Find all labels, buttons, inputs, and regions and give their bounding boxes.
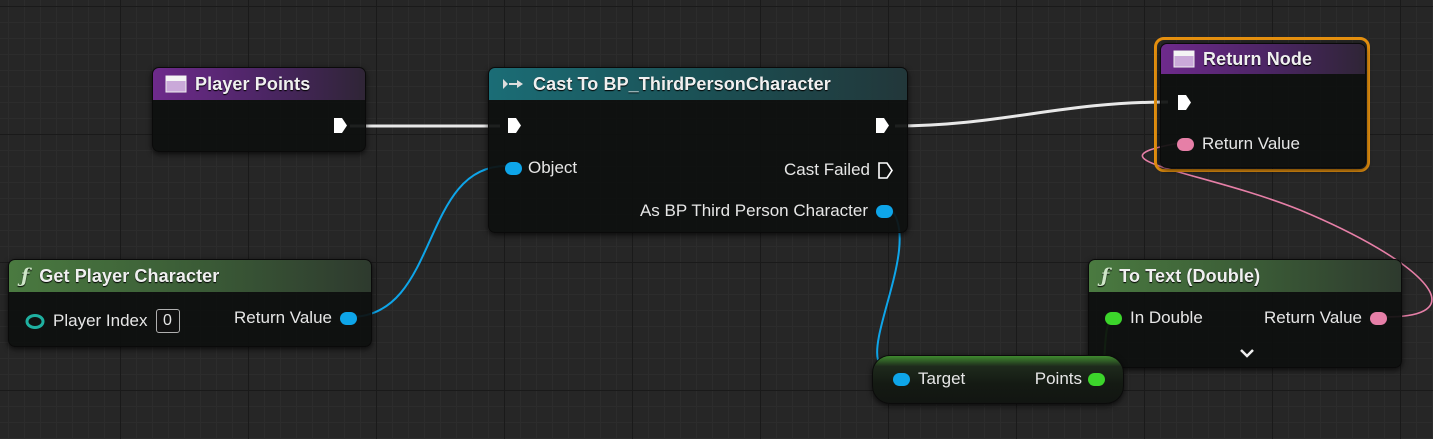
get-player-character-header[interactable]: ƒ Get Player Character (9, 260, 371, 292)
exec-pin-icon[interactable] (507, 117, 522, 134)
player-points-title: Player Points (195, 73, 311, 94)
target-pin[interactable]: Target (893, 369, 965, 389)
object-wire (349, 165, 507, 318)
return-node[interactable]: Return Node Return Value (1160, 43, 1366, 168)
object-label: Object (528, 158, 578, 177)
as-character-wire (876, 207, 901, 380)
cast-icon (503, 79, 523, 89)
get-player-character-title: Get Player Character (39, 265, 220, 286)
as-character-pin[interactable]: As BP Third Person Character (640, 201, 893, 221)
as-character-pin-icon (876, 204, 893, 218)
cast-header[interactable]: Cast To BP_ThirdPersonCharacter (489, 68, 907, 100)
gpc-return-value-label: Return Value (234, 308, 332, 327)
player-index-label: Player Index (53, 311, 148, 330)
object-pin[interactable]: Object (505, 158, 577, 178)
to-text-node[interactable]: ƒ To Text (Double) In Double Return Valu… (1088, 259, 1402, 368)
in-double-label: In Double (1130, 308, 1203, 327)
target-label: Target (918, 369, 966, 388)
cast-failed-pin[interactable]: Cast Failed (784, 160, 893, 180)
exec-pin-icon[interactable] (875, 117, 890, 134)
exec-pin-icon (878, 161, 893, 179)
in-double-pin-icon (1105, 311, 1122, 325)
to-text-return-value-pin[interactable]: Return Value (1264, 308, 1387, 328)
in-double-pin[interactable]: In Double (1105, 308, 1203, 328)
points-variable-node[interactable]: Target Points (872, 355, 1124, 404)
exec-pin-icon[interactable] (1177, 94, 1192, 111)
to-text-return-value-pin-icon (1370, 311, 1387, 325)
target-pin-icon (893, 372, 910, 386)
player-index-pin[interactable]: Player Index 0 (25, 309, 180, 333)
function-icon: ƒ (21, 265, 30, 287)
chevron-down-icon[interactable] (1239, 348, 1255, 358)
points-label: Points (1034, 369, 1082, 388)
to-text-return-value-label: Return Value (1264, 308, 1362, 327)
to-text-title: To Text (Double) (1119, 265, 1261, 286)
return-value-pin[interactable]: Return Value (1177, 134, 1300, 154)
return-node-header[interactable]: Return Node (1161, 44, 1365, 74)
function-icon: ƒ (1101, 265, 1110, 287)
event-icon (165, 75, 187, 93)
to-text-header[interactable]: ƒ To Text (Double) (1089, 260, 1401, 292)
player-index-input[interactable]: 0 (155, 309, 180, 333)
cast-failed-label: Cast Failed (784, 160, 870, 179)
object-pin-icon (505, 161, 522, 175)
cast-node[interactable]: Cast To BP_ThirdPersonCharacter Object C… (488, 67, 908, 233)
exec-pin-icon[interactable] (333, 117, 348, 134)
gpc-return-value-pin-icon (340, 311, 357, 325)
player-points-header[interactable]: Player Points (153, 68, 365, 100)
return-node-title: Return Node (1203, 48, 1313, 69)
return-value-pin-icon (1177, 137, 1194, 151)
event-icon (1173, 50, 1195, 68)
int-pin-icon (25, 313, 45, 329)
as-character-label: As BP Third Person Character (639, 201, 868, 220)
points-pin-icon (1088, 372, 1105, 386)
return-value-label: Return Value (1202, 134, 1300, 153)
cast-title: Cast To BP_ThirdPersonCharacter (533, 73, 831, 94)
points-pin[interactable]: Points (1035, 369, 1105, 389)
exec-wire-2 (894, 100, 1169, 128)
player-points-node[interactable]: Player Points (152, 67, 366, 152)
gpc-return-value-pin[interactable]: Return Value (234, 308, 357, 328)
get-player-character-node[interactable]: ƒ Get Player Character Player Index 0 Re… (8, 259, 372, 347)
